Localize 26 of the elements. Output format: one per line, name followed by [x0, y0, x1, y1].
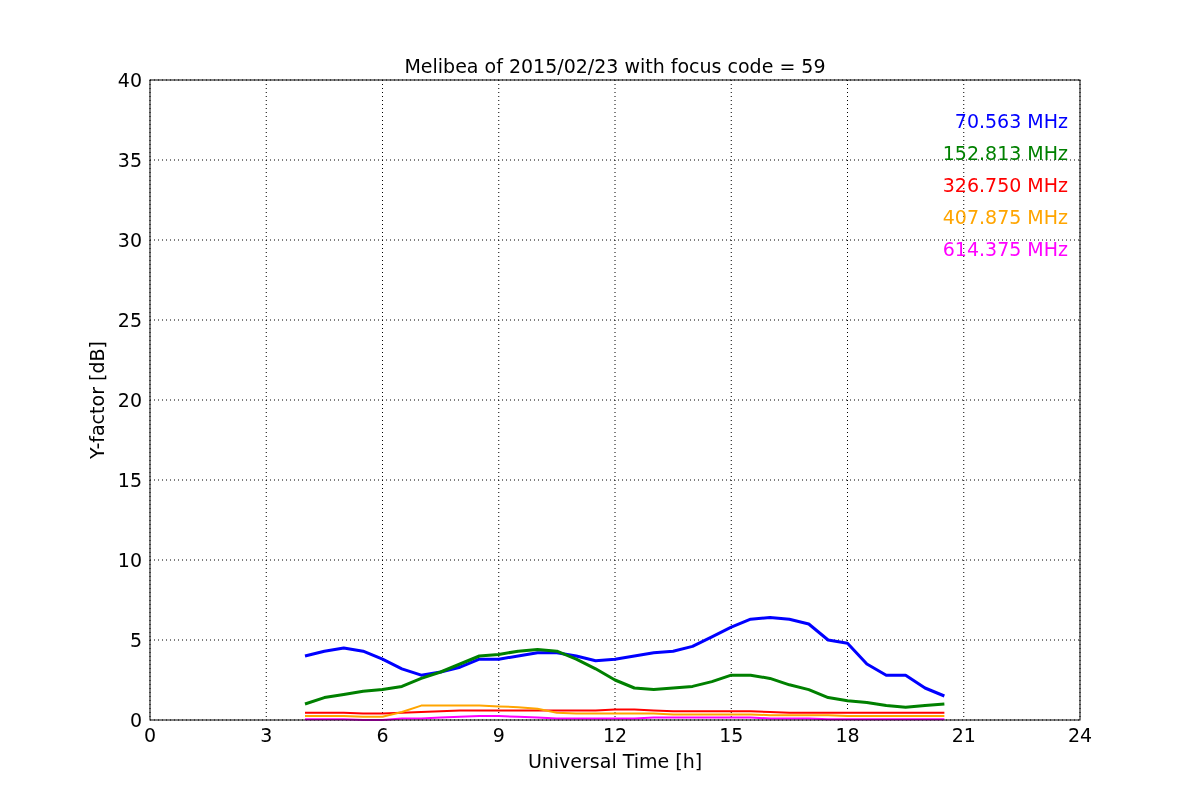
x-tick-label: 24 [1067, 724, 1093, 746]
legend-label: 152.813 MHz [942, 142, 1068, 164]
legend-label: 614.375 MHz [942, 238, 1068, 260]
x-tick-label: 15 [719, 724, 744, 746]
legend-label: 407.875 MHz [942, 206, 1068, 228]
legend-label: 326.750 MHz [942, 174, 1068, 196]
x-tick-label: 0 [143, 724, 157, 746]
x-tick-label: 18 [835, 724, 860, 746]
legend-label: 70.563 MHz [954, 110, 1068, 132]
y-tick-label: 5 [129, 629, 142, 651]
x-tick-label: 6 [376, 724, 389, 746]
x-axis-label: Universal Time [h] [527, 750, 703, 772]
y-tick-label: 20 [117, 389, 142, 411]
y-tick-label: 35 [117, 149, 142, 171]
y-tick-label: 15 [117, 469, 142, 491]
y-axis-label: Y-factor [dB] [86, 341, 108, 459]
y-tick-label: 30 [117, 229, 142, 251]
chart-title: Melibea of 2015/02/23 with focus code = 59 [404, 55, 826, 77]
x-tick-label: 12 [602, 724, 628, 746]
y-tick-label: 40 [117, 69, 142, 91]
y-tick-label: 0 [129, 709, 142, 731]
x-tick-label: 3 [260, 724, 273, 746]
y-tick-label: 10 [117, 549, 142, 571]
x-tick-label: 21 [951, 724, 976, 746]
y-tick-label: 25 [117, 309, 142, 331]
x-tick-label: 9 [492, 724, 505, 746]
